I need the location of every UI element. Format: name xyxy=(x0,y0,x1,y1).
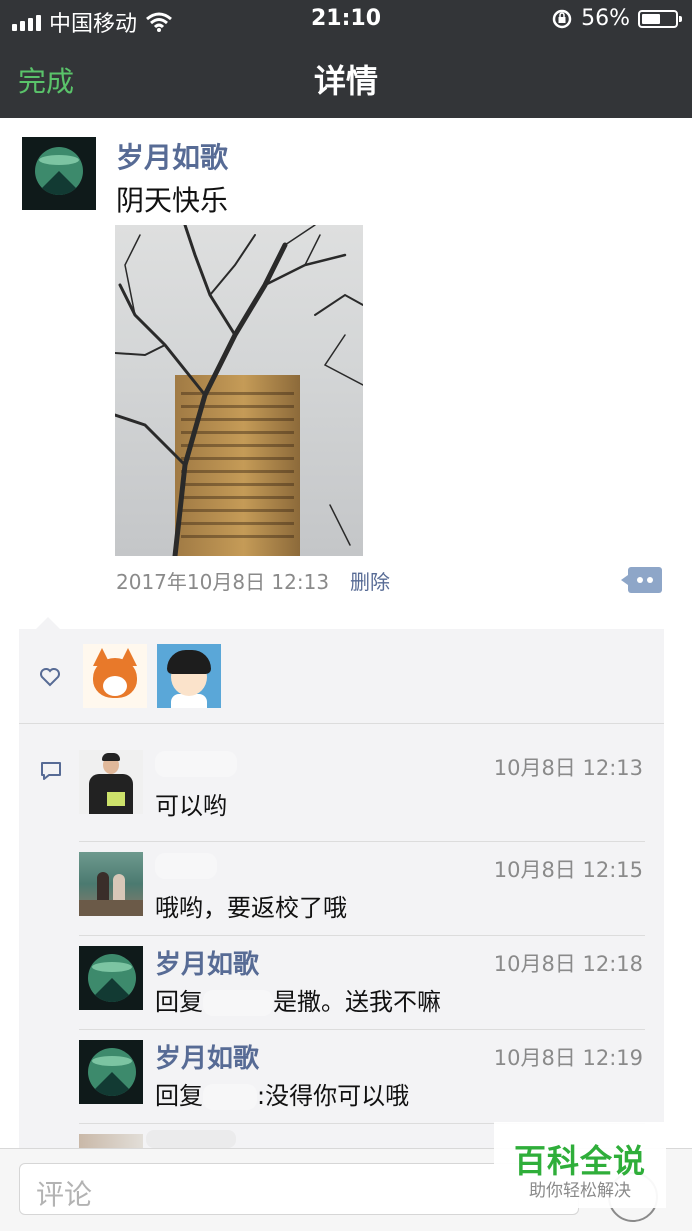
page-title: 详情 xyxy=(313,62,378,100)
avatar[interactable] xyxy=(79,946,143,1010)
comment-time: 10月8日 12:13 xyxy=(493,756,643,780)
watermark: 百科全说 助你轻松解决 xyxy=(494,1122,666,1208)
reply-prefix: 回复 xyxy=(155,988,203,1016)
comment-text: 回复 是撒。送我不嘛 xyxy=(155,982,441,1017)
comment-time: 10月8日 12:18 xyxy=(493,952,643,976)
divider xyxy=(79,841,645,842)
nav-bar: 完成 详情 xyxy=(0,40,692,118)
heart-icon xyxy=(40,668,60,687)
comment-author xyxy=(146,1130,236,1148)
delete-link[interactable]: 删除 xyxy=(350,566,390,595)
likes-row xyxy=(19,629,664,724)
comment-icon xyxy=(41,762,61,780)
more-options-icon[interactable] xyxy=(621,567,662,593)
comment-time: 10月8日 12:15 xyxy=(493,858,643,882)
reply-target[interactable] xyxy=(203,990,273,1016)
comment-item[interactable]: 岁月如歌 10月8日 12:19 回复 :没得你可以哦 xyxy=(79,1040,645,1110)
post-photo[interactable] xyxy=(115,225,363,556)
reply-body: :没得你可以哦 xyxy=(257,1082,410,1110)
post-text: 阴天快乐 xyxy=(116,184,229,217)
comment-text: 可以哟 xyxy=(155,792,227,820)
like-avatar[interactable] xyxy=(83,644,147,708)
divider xyxy=(79,1029,645,1030)
panel-pointer xyxy=(36,617,60,629)
reply-body: 是撒。送我不嘛 xyxy=(273,988,441,1016)
rotation-lock-icon xyxy=(552,9,572,28)
divider xyxy=(79,935,645,936)
like-avatar[interactable] xyxy=(157,644,221,708)
comment-placeholder: 评论 xyxy=(36,1178,93,1211)
reply-prefix: 回复 xyxy=(155,1082,203,1110)
avatar[interactable] xyxy=(79,1134,143,1148)
avatar[interactable] xyxy=(79,750,143,814)
reply-target[interactable] xyxy=(203,1084,257,1110)
comment-text: 哦哟，要返校了哦 xyxy=(155,894,347,922)
battery-icon xyxy=(638,9,682,28)
comment-time: 10月8日 12:19 xyxy=(493,1046,643,1070)
comment-item[interactable]: 10月8日 12:15 哦哟，要返校了哦 xyxy=(79,852,645,922)
comment-author[interactable]: 岁月如歌 xyxy=(155,944,259,981)
comment-author[interactable] xyxy=(155,850,217,880)
avatar[interactable] xyxy=(79,1040,143,1104)
post-timestamp: 2017年10月8日 12:13 xyxy=(116,570,330,594)
comment-text: 回复 :没得你可以哦 xyxy=(155,1076,409,1111)
comment-author[interactable] xyxy=(155,748,237,778)
avatar[interactable] xyxy=(22,137,96,210)
comment-item[interactable]: 10月8日 12:13 可以哟 xyxy=(79,750,645,820)
avatar[interactable] xyxy=(79,852,143,916)
battery-percent: 56% xyxy=(581,6,630,31)
status-bar: 中国移动 21:10 56% xyxy=(0,0,692,40)
post-username[interactable]: 岁月如歌 xyxy=(116,136,228,176)
comment-author[interactable]: 岁月如歌 xyxy=(155,1038,259,1075)
watermark-subtitle: 助你轻松解决 xyxy=(529,1181,631,1201)
comment-item[interactable]: 岁月如歌 10月8日 12:18 回复 是撒。送我不嘛 xyxy=(79,946,645,1016)
